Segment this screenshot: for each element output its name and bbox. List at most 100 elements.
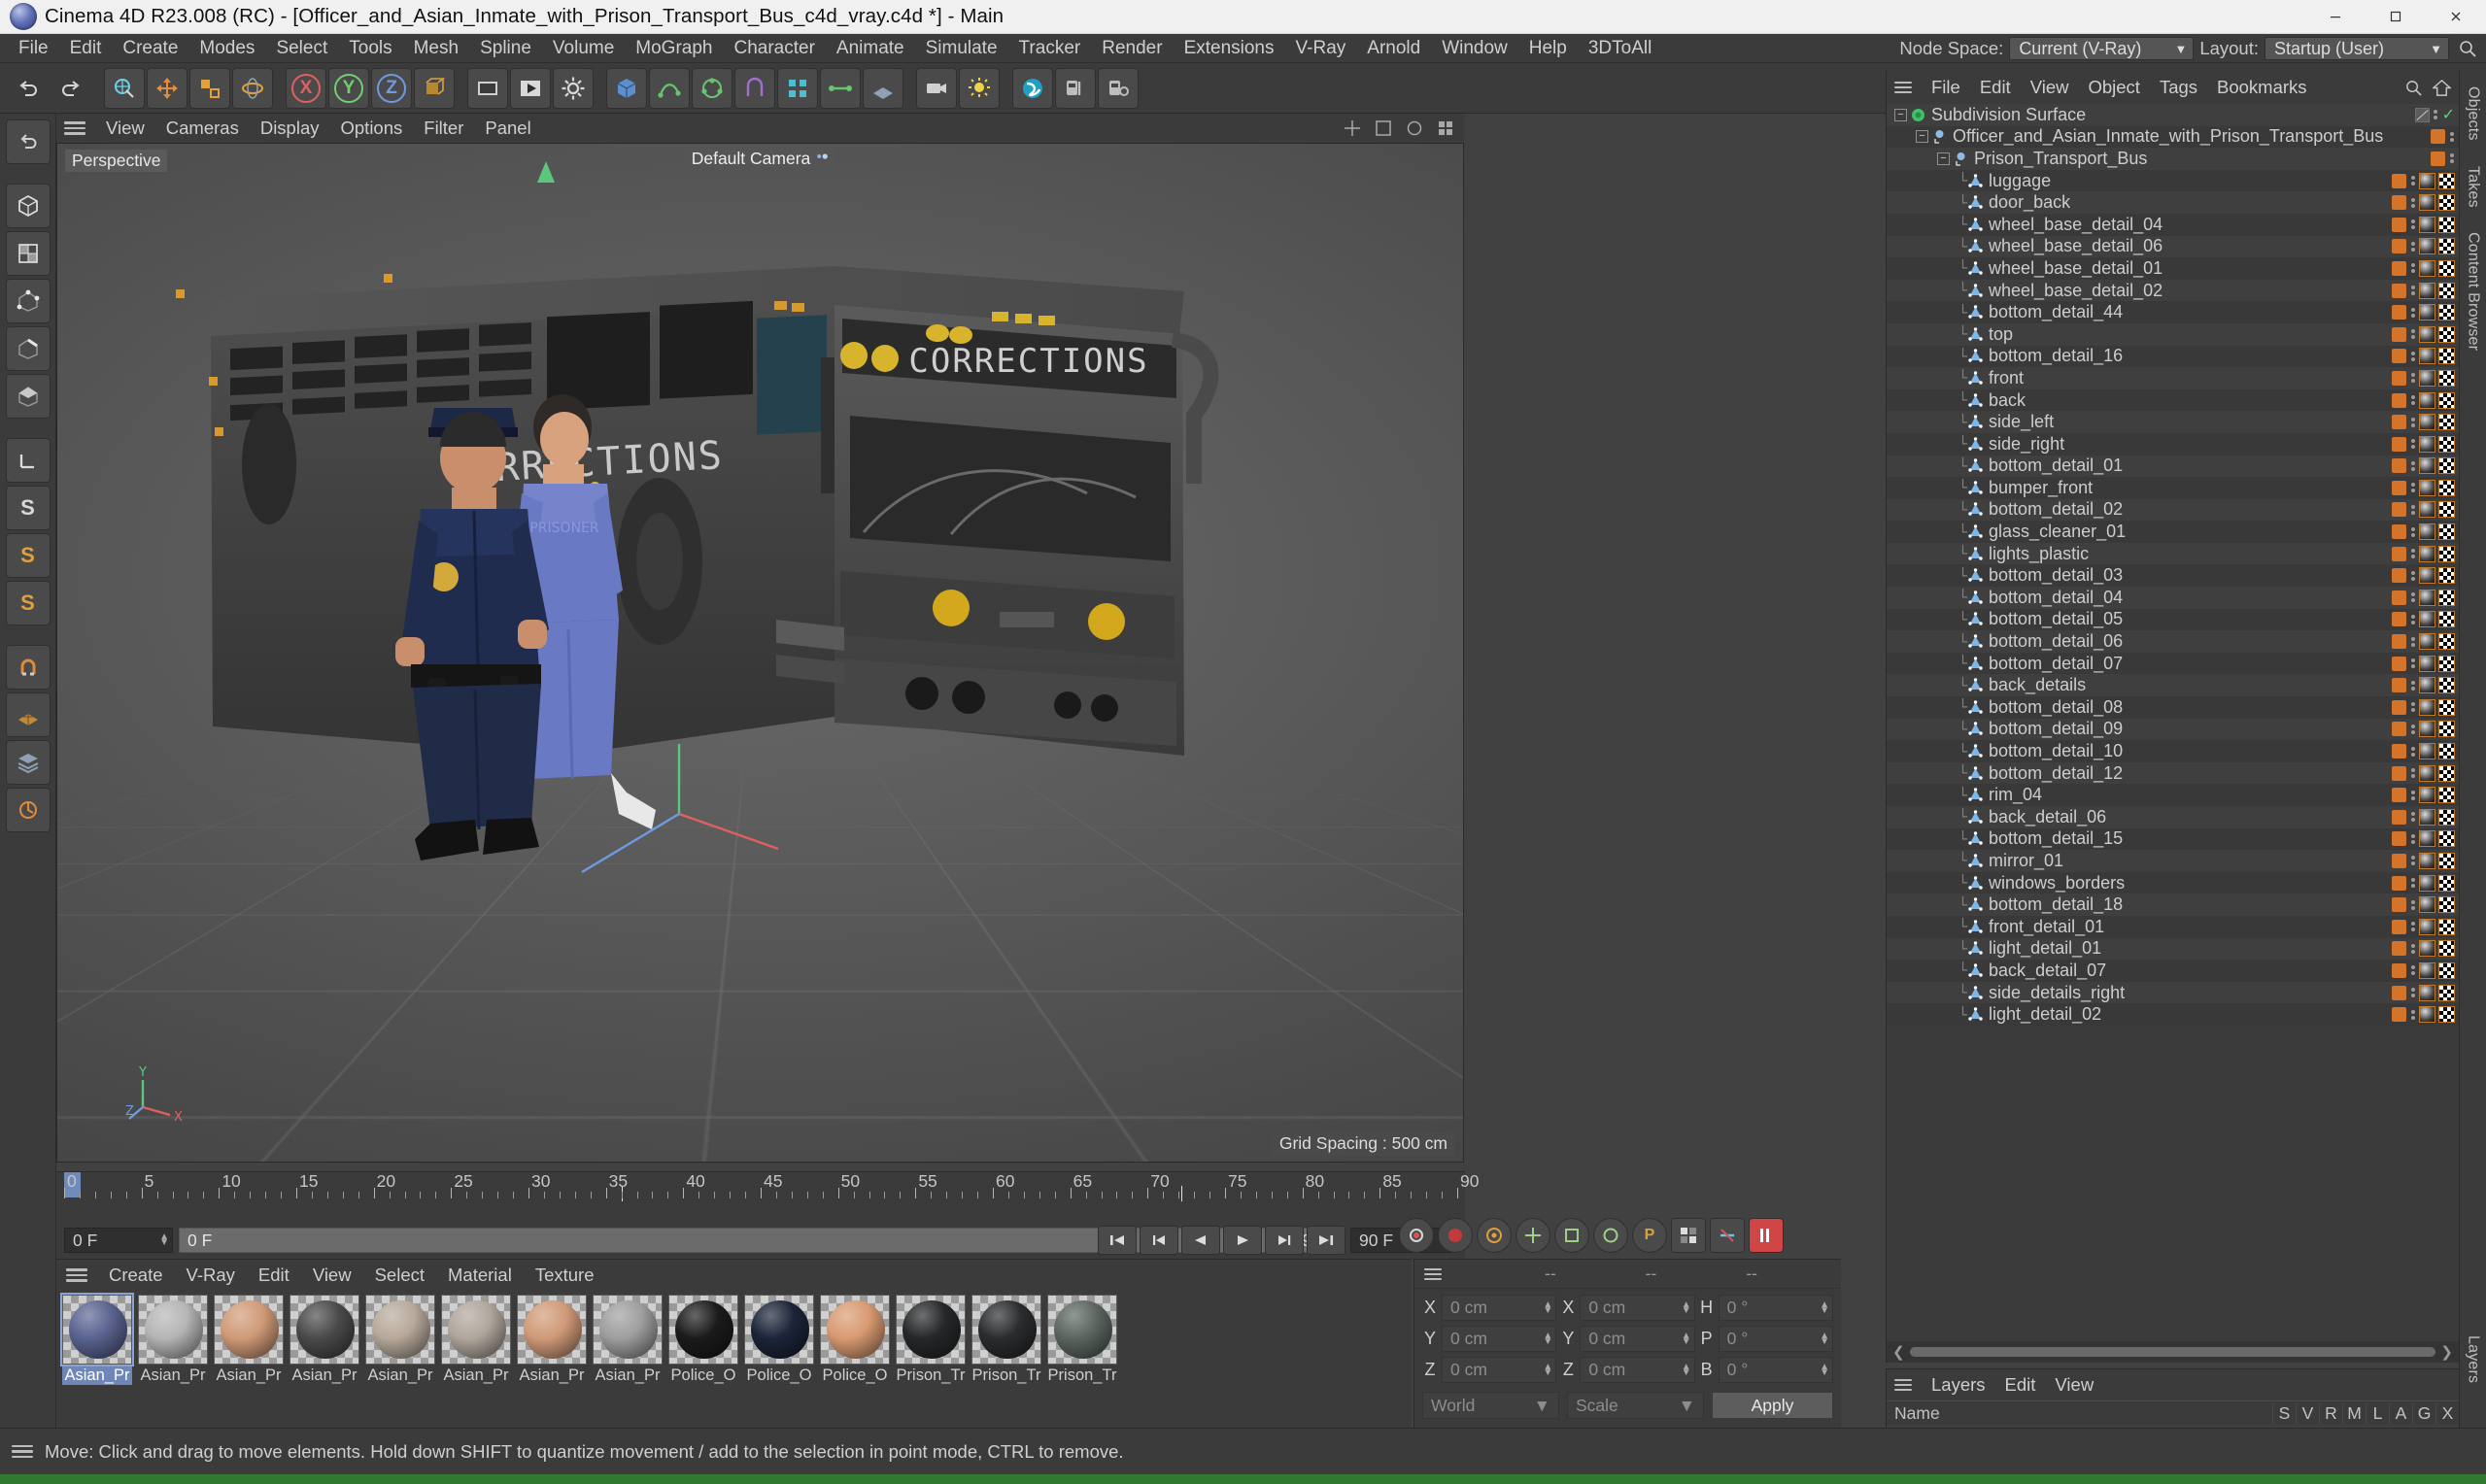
material-menu-material[interactable]: Material: [436, 1261, 524, 1290]
texture-tag-icon[interactable]: [2438, 325, 2455, 343]
viewport-menu-filter[interactable]: Filter: [413, 114, 474, 143]
visibility-dots-icon[interactable]: [2409, 219, 2416, 230]
layer-col-m[interactable]: M: [2342, 1402, 2366, 1424]
material-tag-icon[interactable]: [2419, 918, 2435, 935]
mograph-icon[interactable]: [777, 67, 818, 109]
material-tag-icon[interactable]: [2419, 369, 2435, 387]
texture-tag-icon[interactable]: [2438, 589, 2455, 606]
camera-icon[interactable]: [916, 67, 957, 109]
object-row[interactable]: └ wheel_base_detail_04: [1887, 213, 2459, 236]
object-tree[interactable]: − Subdivision Surface ✓ − Officer_and_Asian_…: [1887, 104, 2459, 1341]
snap-settings-icon[interactable]: S: [5, 486, 51, 530]
stepper-icon[interactable]: ▲▼: [1820, 1362, 1829, 1377]
visibility-dots-icon[interactable]: [2409, 176, 2416, 186]
object-row[interactable]: └ front: [1887, 367, 2459, 389]
viewport-panel-menu-icon[interactable]: [64, 121, 85, 135]
menu-modes[interactable]: Modes: [188, 34, 265, 63]
rot-b-input[interactable]: 0 ° ▲ ▼: [1718, 1357, 1833, 1383]
visibility-dots-icon[interactable]: [2409, 965, 2416, 976]
material-swatch[interactable]: Asian_Pr: [289, 1295, 359, 1385]
scale-key-icon[interactable]: [1554, 1218, 1589, 1253]
pos-x-input[interactable]: 0 cm ▲ ▼: [1442, 1295, 1557, 1321]
object-row[interactable]: └ back: [1887, 388, 2459, 412]
material-tag-icon[interactable]: [2419, 479, 2435, 496]
texture-tag-icon[interactable]: [2438, 633, 2455, 651]
home-icon[interactable]: [2433, 79, 2451, 97]
material-swatch[interactable]: Asian_Pr: [138, 1295, 208, 1385]
coordinate-system-dropdown[interactable]: World ▼: [1422, 1392, 1559, 1419]
texture-tag-icon[interactable]: [2438, 523, 2455, 541]
texture-tag-icon[interactable]: [2438, 238, 2455, 255]
size-y-input[interactable]: 0 cm ▲ ▼: [1580, 1326, 1695, 1352]
visibility-dots-icon[interactable]: [2409, 658, 2416, 669]
layer-tag-icon[interactable]: [2392, 853, 2406, 868]
timeline-mode-icon[interactable]: [1749, 1218, 1784, 1253]
timeline-ruler-panel[interactable]: 0 5 10 15 20 25 30 35 40 45 50 55 60 65 70 75 80 85 90: [56, 1171, 1479, 1222]
layer-tag-icon[interactable]: [2392, 326, 2406, 342]
material-tag-icon[interactable]: [2419, 940, 2435, 958]
material-tag-icon[interactable]: [2419, 655, 2435, 672]
layer-tag-icon[interactable]: [2392, 502, 2406, 518]
layer-col-g[interactable]: G: [2412, 1402, 2435, 1424]
texture-tag-icon[interactable]: [2438, 391, 2455, 409]
layer-tag-icon[interactable]: [2392, 897, 2406, 913]
visibility-dots-icon[interactable]: [2409, 549, 2416, 559]
stepper-icon[interactable]: ▲▼: [1682, 1299, 1691, 1315]
texture-tag-icon[interactable]: [2438, 369, 2455, 387]
menu-simulate[interactable]: Simulate: [915, 34, 1008, 63]
stepper-icon[interactable]: ▲▼: [1820, 1299, 1829, 1315]
stepper-icon[interactable]: ▲▼: [159, 1232, 169, 1248]
vtab-objects[interactable]: Objects: [2463, 81, 2484, 147]
viewport-layout-icon[interactable]: [1437, 119, 1454, 137]
visibility-dots-icon[interactable]: [2409, 395, 2416, 406]
render-picture-icon[interactable]: [510, 67, 551, 109]
polygon-mode-icon[interactable]: [5, 374, 51, 419]
material-tag-icon[interactable]: [2419, 545, 2435, 562]
vray-settings-icon[interactable]: [1098, 67, 1139, 109]
layer-menu-edit[interactable]: Edit: [1995, 1370, 2046, 1400]
layer-menu-layers[interactable]: Layers: [1922, 1370, 1995, 1400]
object-row[interactable]: └ side_left: [1887, 411, 2459, 433]
material-tag-icon[interactable]: [2419, 633, 2435, 651]
scroll-right-icon[interactable]: ❯: [2440, 1343, 2453, 1361]
menu-file[interactable]: File: [8, 34, 59, 63]
object-row[interactable]: └ bottom_detail_15: [1887, 827, 2459, 851]
layer-tag-icon[interactable]: [2392, 305, 2406, 320]
layer-tag-icon[interactable]: [2392, 283, 2406, 298]
object-row[interactable]: └ wheel_base_detail_02: [1887, 279, 2459, 302]
stepper-icon[interactable]: ▲▼: [1543, 1362, 1552, 1377]
material-tag-icon[interactable]: [2419, 391, 2435, 409]
texture-tag-icon[interactable]: [2438, 479, 2455, 496]
layer-tag-icon[interactable]: [2392, 919, 2406, 934]
texture-tag-icon[interactable]: [2438, 194, 2455, 212]
size-z-input[interactable]: 0 cm ▲ ▼: [1580, 1357, 1695, 1383]
object-row[interactable]: └ light_detail_02: [1887, 1003, 2459, 1026]
connect-object-icon[interactable]: [820, 67, 861, 109]
object-row[interactable]: └ side_details_right: [1887, 981, 2459, 1004]
visibility-dots-icon[interactable]: [2409, 833, 2416, 844]
object-menu-bookmarks[interactable]: Bookmarks: [2207, 73, 2317, 102]
object-row[interactable]: − Subdivision Surface ✓: [1887, 104, 2459, 126]
material-tag-icon[interactable]: [2419, 961, 2435, 979]
material-tag-icon[interactable]: [2419, 348, 2435, 365]
viewport-rotate-icon[interactable]: [1406, 119, 1423, 137]
layer-tag-icon[interactable]: [2392, 546, 2406, 561]
texture-tag-icon[interactable]: [2438, 457, 2455, 475]
layer-tag-icon[interactable]: [2392, 765, 2406, 781]
stepper-icon[interactable]: ▲▼: [1820, 1331, 1829, 1346]
object-menu-object[interactable]: Object: [2078, 73, 2149, 102]
layers-stack-icon[interactable]: [5, 740, 51, 785]
material-menu-edit[interactable]: Edit: [247, 1261, 301, 1290]
material-swatch[interactable]: Police_O: [668, 1295, 738, 1385]
live-selection-icon[interactable]: [104, 67, 145, 109]
layer-tag-icon[interactable]: [2392, 678, 2406, 693]
material-tag-icon[interactable]: [2419, 787, 2435, 804]
apply-button[interactable]: Apply: [1712, 1392, 1833, 1419]
material-tag-icon[interactable]: [2419, 984, 2435, 1001]
visibility-dots-icon[interactable]: [2448, 131, 2455, 142]
menu-create[interactable]: Create: [112, 34, 188, 63]
visibility-dots-icon[interactable]: [2409, 417, 2416, 427]
object-menu-view[interactable]: View: [2021, 73, 2079, 102]
visibility-dots-icon[interactable]: [2409, 746, 2416, 757]
material-swatch[interactable]: Asian_Pr: [214, 1295, 284, 1385]
